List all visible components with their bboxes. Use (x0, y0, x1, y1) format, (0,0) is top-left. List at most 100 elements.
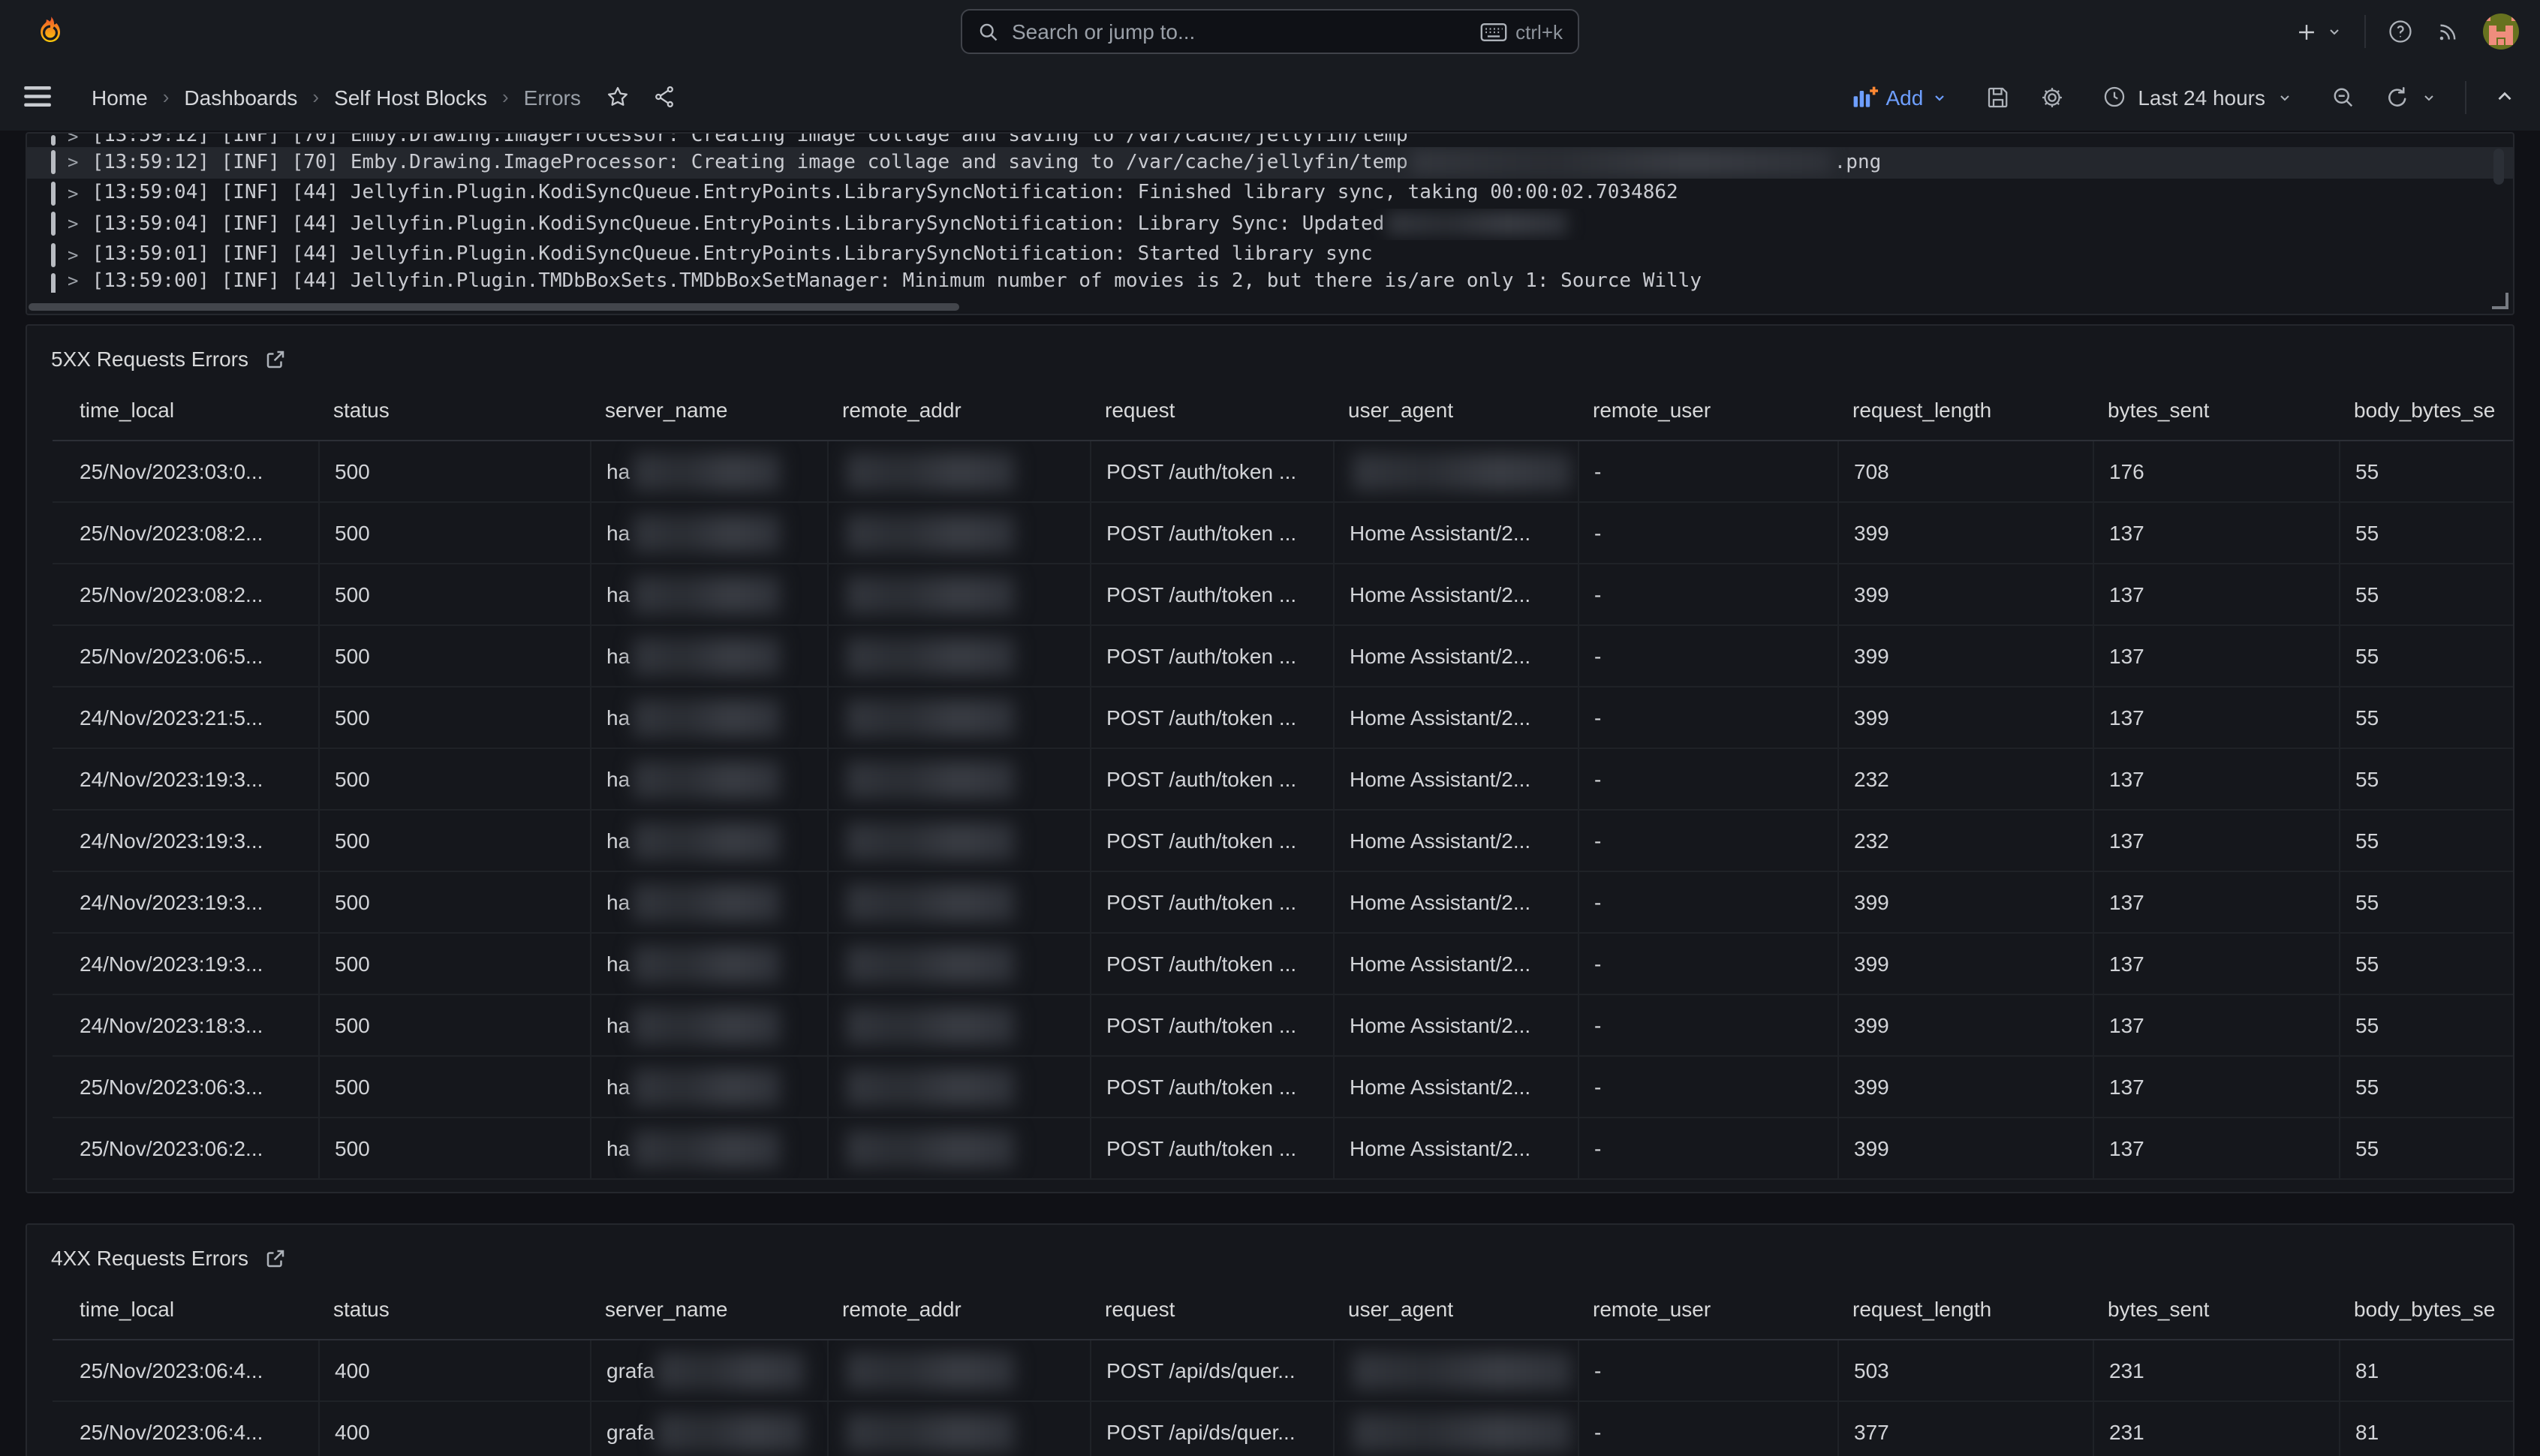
table-row[interactable]: 25/Nov/2023:06:4...400grafaPOST /api/ds/… (53, 1402, 2513, 1456)
cell-body_bytes_se: 55 (2339, 995, 2513, 1055)
redacted-text (1353, 1413, 1572, 1451)
log-expand-icon[interactable]: > (68, 134, 78, 147)
redacted-text (633, 699, 780, 736)
redacted-text (847, 883, 1015, 921)
panel-title[interactable]: 5XX Requests Errors (51, 347, 248, 371)
cell-user_agent: Home Assistant/2... (1333, 687, 1578, 748)
column-header-status[interactable]: status (318, 380, 590, 440)
cell-bytes_sent: 137 (2093, 1118, 2339, 1178)
share-icon (652, 84, 677, 110)
table-row[interactable]: 25/Nov/2023:06:4...400grafaPOST /api/ds/… (53, 1340, 2513, 1402)
zoom-out-button[interactable] (2330, 83, 2357, 110)
breadcrumb-home[interactable]: Home (92, 85, 148, 109)
table-row[interactable]: 25/Nov/2023:06:2...500haPOST /auth/token… (53, 1118, 2513, 1180)
column-header-remote_user[interactable]: remote_user (1578, 1279, 1837, 1339)
column-header-remote_addr[interactable]: remote_addr (827, 1279, 1090, 1339)
save-dashboard-button[interactable] (1985, 83, 2012, 110)
cell-request: POST /auth/token ... (1090, 934, 1333, 994)
help-button[interactable] (2387, 18, 2414, 45)
column-header-bytes_sent[interactable]: bytes_sent (2093, 380, 2339, 440)
cell-remote_addr (827, 687, 1090, 748)
new-button[interactable] (2294, 19, 2343, 44)
column-header-server_name[interactable]: server_name (590, 1279, 827, 1339)
column-header-body_bytes_se[interactable]: body_bytes_se (2339, 1279, 2513, 1339)
column-header-user_agent[interactable]: user_agent (1333, 1279, 1578, 1339)
external-link-icon[interactable] (263, 1247, 286, 1269)
column-header-user_agent[interactable]: user_agent (1333, 380, 1578, 440)
breadcrumb-dashboards[interactable]: Dashboards (184, 85, 297, 109)
chevron-down-icon (2420, 88, 2438, 106)
grafana-logo-icon[interactable] (33, 13, 68, 50)
column-header-status[interactable]: status (318, 1279, 590, 1339)
column-header-bytes_sent[interactable]: bytes_sent (2093, 1279, 2339, 1339)
redacted-text (847, 822, 1015, 859)
column-header-request[interactable]: request (1090, 1279, 1333, 1339)
cell-status: 500 (318, 995, 590, 1055)
time-range-picker[interactable]: Last 24 hours (2093, 83, 2303, 111)
redacted-text (847, 699, 1015, 736)
column-header-request_length[interactable]: request_length (1837, 1279, 2093, 1339)
cell-time_local: 25/Nov/2023:06:5... (53, 626, 318, 686)
log-row[interactable]: >[13:59:04] [INF] [44] Jellyfin.Plugin.K… (27, 209, 2513, 239)
clock-icon (2102, 84, 2127, 110)
table-row[interactable]: 25/Nov/2023:08:2...500haPOST /auth/token… (53, 564, 2513, 626)
log-expand-icon[interactable]: > (68, 183, 78, 204)
add-panel-button[interactable]: Add (1842, 82, 1958, 112)
table-row[interactable]: 24/Nov/2023:19:3...500haPOST /auth/token… (53, 872, 2513, 934)
table-row[interactable]: 24/Nov/2023:19:3...500haPOST /auth/token… (53, 749, 2513, 811)
column-header-remote_addr[interactable]: remote_addr (827, 380, 1090, 440)
cell-request: POST /auth/token ... (1090, 441, 1333, 501)
cell-status: 500 (318, 872, 590, 932)
table-row[interactable]: 24/Nov/2023:21:5...500haPOST /auth/token… (53, 687, 2513, 749)
cell-bytes_sent: 137 (2093, 811, 2339, 871)
refresh-interval-button[interactable] (2420, 88, 2438, 106)
cell-user_agent (1333, 1402, 1578, 1456)
share-button[interactable] (652, 84, 677, 110)
panel-resize-handle[interactable] (2492, 293, 2508, 309)
panel-title[interactable]: 4XX Requests Errors (51, 1246, 248, 1270)
column-header-request_length[interactable]: request_length (1837, 380, 2093, 440)
log-row[interactable]: >[13:59:00] [INF] [44] Jellyfin.Plugin.T… (27, 270, 2513, 293)
search-input[interactable]: Search or jump to... ctrl+k (961, 9, 1579, 54)
vertical-scrollbar[interactable] (2493, 149, 2504, 185)
log-expand-icon[interactable]: > (68, 270, 78, 291)
log-row[interactable]: >[13:59:12] [INF] [70] Emby.Drawing.Imag… (27, 147, 2513, 178)
divider (2465, 80, 2466, 113)
table-row[interactable]: 24/Nov/2023:18:3...500haPOST /auth/token… (53, 995, 2513, 1057)
column-header-remote_user[interactable]: remote_user (1578, 380, 1837, 440)
table-row[interactable]: 25/Nov/2023:06:5...500haPOST /auth/token… (53, 626, 2513, 687)
log-expand-icon[interactable]: > (68, 152, 78, 173)
table-row[interactable]: 24/Nov/2023:19:3...500haPOST /auth/token… (53, 811, 2513, 872)
external-link-icon[interactable] (263, 347, 286, 370)
favorite-button[interactable] (605, 84, 630, 110)
refresh-button[interactable] (2384, 83, 2411, 110)
table-row[interactable]: 25/Nov/2023:08:2...500haPOST /auth/token… (53, 503, 2513, 564)
table-row[interactable]: 24/Nov/2023:19:3...500haPOST /auth/token… (53, 934, 2513, 995)
cell-bytes_sent: 231 (2093, 1402, 2339, 1456)
help-icon (2387, 18, 2414, 45)
breadcrumb-errors[interactable]: Errors (524, 85, 581, 109)
dashboard-settings-button[interactable] (2039, 83, 2066, 110)
redacted-text (847, 576, 1015, 613)
column-header-body_bytes_se[interactable]: body_bytes_se (2339, 380, 2513, 440)
column-header-time_local[interactable]: time_local (53, 380, 318, 440)
breadcrumb-self-host-blocks[interactable]: Self Host Blocks (334, 85, 487, 109)
cell-request_length: 399 (1837, 564, 2093, 624)
log-expand-icon[interactable]: > (68, 214, 78, 235)
log-expand-icon[interactable]: > (68, 245, 78, 266)
log-row[interactable]: >[13:59:01] [INF] [44] Jellyfin.Plugin.K… (27, 239, 2513, 270)
grafana-dashboard: Search or jump to... ctrl+k (0, 0, 2540, 1456)
horizontal-scrollbar[interactable] (29, 303, 959, 311)
table-row[interactable]: 25/Nov/2023:03:0...500haPOST /auth/token… (53, 441, 2513, 503)
column-header-server_name[interactable]: server_name (590, 380, 827, 440)
log-row[interactable]: >[13:59:04] [INF] [44] Jellyfin.Plugin.K… (27, 178, 2513, 209)
table-row[interactable]: 25/Nov/2023:06:3...500haPOST /auth/token… (53, 1057, 2513, 1118)
log-row[interactable]: >[13:59:12] [INF] [70] Emby.Drawing.Imag… (27, 134, 2513, 147)
column-header-time_local[interactable]: time_local (53, 1279, 318, 1339)
column-header-request[interactable]: request (1090, 380, 1333, 440)
news-button[interactable] (2435, 18, 2462, 45)
collapse-toolbar-button[interactable] (2493, 86, 2516, 108)
avatar[interactable] (2483, 14, 2519, 50)
chevron-up-icon (2493, 86, 2516, 108)
menu-button[interactable] (24, 86, 53, 108)
